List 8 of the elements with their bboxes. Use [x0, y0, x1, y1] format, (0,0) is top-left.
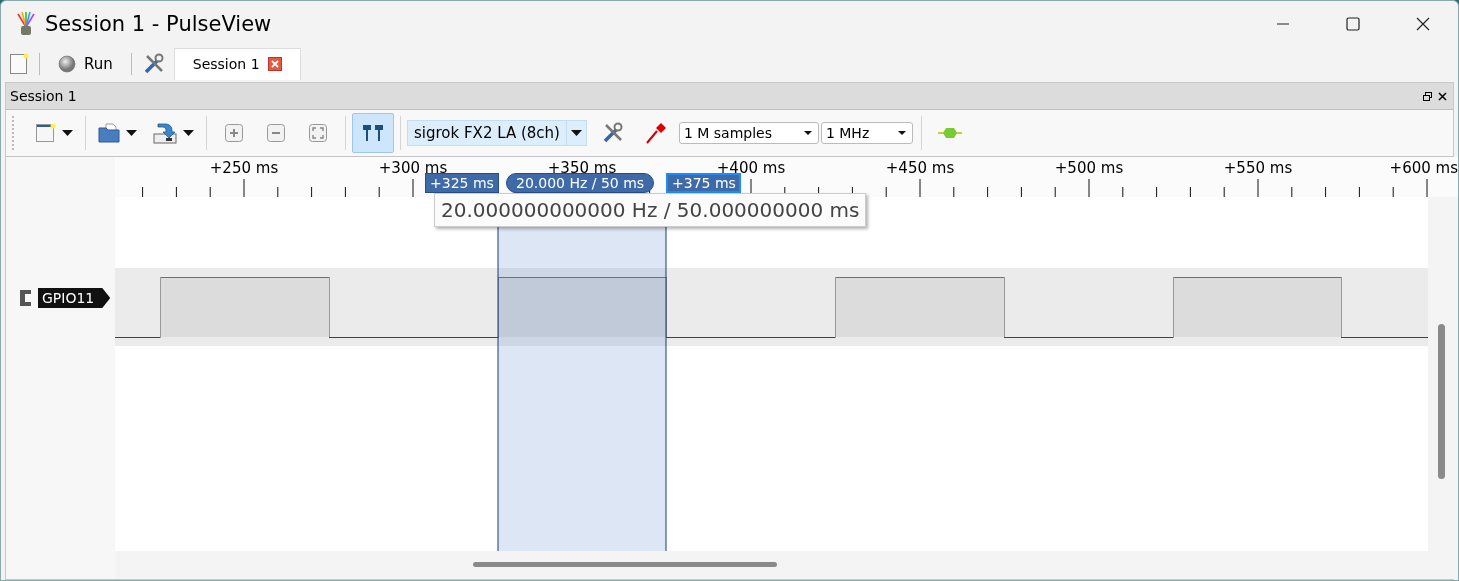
window-title: Session 1 - PulseView — [45, 12, 273, 36]
time-label: +500 ms — [1054, 159, 1124, 177]
dock-title: Session 1 — [10, 88, 78, 104]
time-label: +600 ms — [1389, 159, 1458, 177]
tooltip: 20.000000000000 Hz / 50.000000000 ms — [434, 193, 867, 227]
time-label: +250 ms — [209, 159, 279, 177]
time-label: +550 ms — [1223, 159, 1293, 177]
time-label: +450 ms — [885, 159, 955, 177]
